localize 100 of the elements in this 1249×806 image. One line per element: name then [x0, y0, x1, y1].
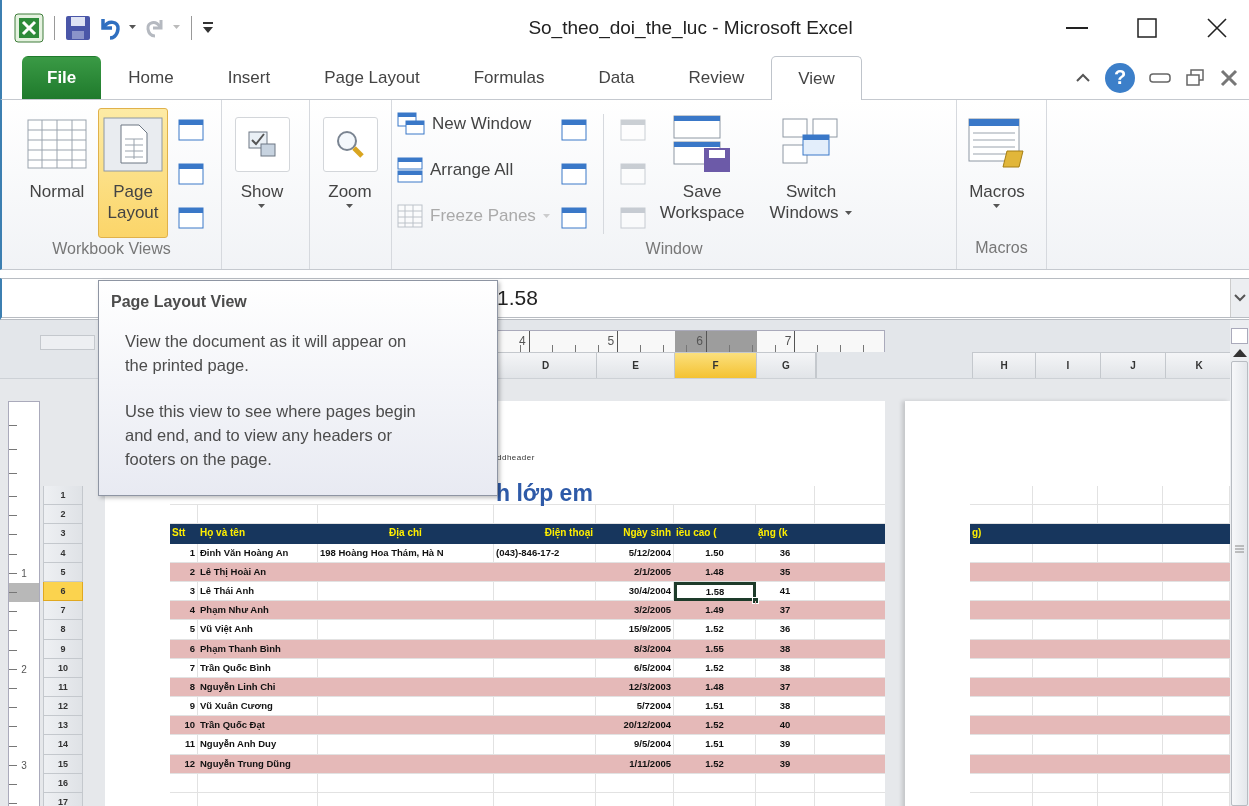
ribbon-button[interactable]: Show [227, 108, 297, 238]
row-header[interactable]: 4 [43, 543, 83, 563]
ribbon-tab[interactable]: Data [571, 56, 662, 99]
column-header[interactable]: G [757, 353, 816, 378]
ribbon-tab[interactable]: Review [661, 56, 772, 99]
ribbon-tab[interactable]: Insert [200, 56, 298, 99]
table-cell: 1.52 [674, 658, 756, 677]
row-header[interactable]: 5 [43, 562, 83, 582]
table-cell: Phạm Thanh Bình [198, 639, 318, 658]
row-header[interactable]: 7 [43, 601, 83, 621]
active-cell[interactable]: 1.58 [674, 581, 756, 601]
row-header[interactable]: 12 [43, 697, 83, 717]
ribbon-tab[interactable]: Formulas [446, 56, 572, 99]
picture-check-icon [247, 130, 277, 158]
expand-formula-button[interactable] [1230, 279, 1249, 317]
row-header[interactable]: 17 [43, 793, 83, 806]
tooltip-text: Use this view to see where pages begin and end, and to view any headers or footers on the page. [125, 401, 417, 470]
column-header[interactable]: J [1101, 353, 1166, 378]
column-heading: Địa chỉ [318, 524, 494, 543]
column-header[interactable]: E [597, 353, 675, 378]
table-cell: 38 [756, 639, 815, 658]
ribbon-button[interactable]: Normal [22, 108, 92, 238]
table-cell: 40 [756, 716, 815, 735]
table-cell: 1.51 [674, 735, 756, 754]
fill-handle[interactable] [752, 596, 759, 604]
customize-icon[interactable] [202, 20, 214, 35]
group-label: Window [644, 240, 704, 259]
window-icon[interactable] [560, 119, 587, 141]
table-cell: 1.51 [674, 697, 756, 716]
table-cell: 198 Hoàng Hoa Thám, Hà N [318, 543, 494, 562]
table-cell: 1.55 [674, 639, 756, 658]
ribbon-tab[interactable]: Home [101, 56, 201, 99]
column-heading: g) [970, 524, 1033, 543]
restore-icon[interactable] [1185, 67, 1205, 88]
row-header[interactable]: 16 [43, 773, 83, 793]
table-cell: 1 [170, 543, 198, 562]
ribbon-tab[interactable]: Page Layout [297, 56, 447, 99]
table-cell: 37 [756, 677, 815, 697]
formula-value[interactable]: 1.58 [497, 286, 538, 310]
column-heading: iều cao ( [674, 524, 756, 543]
table-cell: (043)-846-17-2 [494, 543, 596, 562]
row-header[interactable]: 10 [43, 658, 83, 678]
app-icon [14, 12, 44, 43]
table-cell: 36 [756, 620, 815, 639]
table-cell: 38 [756, 697, 815, 716]
table-cell: 8 [170, 677, 198, 697]
window-icon[interactable] [560, 207, 587, 229]
ribbon-button[interactable]: Zoom [315, 108, 385, 238]
caret-icon [844, 211, 853, 217]
table-cell: 5/72004 [596, 697, 674, 716]
table-cell: 1.52 [674, 716, 756, 735]
row-header[interactable]: 15 [43, 754, 83, 774]
table-cell: 1.52 [674, 620, 756, 639]
file-tab[interactable]: File [22, 56, 102, 99]
caret-icon [993, 204, 1001, 210]
caret-icon [173, 25, 181, 30]
ribbon-button[interactable]: Arrange All [397, 157, 551, 183]
grid-view-icon [27, 119, 87, 169]
ribbon-button[interactable]: Save Workspace [655, 108, 749, 238]
window-icon[interactable] [178, 207, 204, 229]
group-label: Macros [974, 239, 1029, 258]
ribbon-button[interactable]: Page Layout [98, 108, 168, 238]
windows-icon [397, 112, 425, 136]
caret-icon [258, 204, 266, 210]
column-heading: Stt [170, 524, 198, 543]
table-cell: 10 [170, 716, 198, 735]
scroll-thumb[interactable] [1231, 361, 1248, 806]
table-cell: 6/5/2004 [596, 658, 674, 677]
row-header[interactable]: 1 [43, 486, 83, 506]
caret-icon[interactable] [129, 25, 137, 30]
save-icon[interactable] [65, 14, 91, 41]
table-cell: 8/3/2004 [596, 639, 674, 658]
ribbon-button[interactable]: Switch Windows [754, 108, 868, 238]
column-header[interactable]: F [675, 353, 757, 378]
row-header[interactable]: 3 [43, 524, 83, 544]
column-header[interactable]: I [1036, 353, 1101, 378]
row-header[interactable]: 6 [43, 581, 83, 602]
ribbon-button[interactable]: New Window [397, 112, 551, 136]
window-title: So_theo_doi_the_luc - Microsoft Excel [527, 16, 854, 39]
maximize-icon[interactable] [1137, 17, 1157, 38]
scroll-up-icon[interactable] [1232, 348, 1247, 357]
row-header[interactable]: 9 [43, 639, 83, 659]
row-header[interactable]: 13 [43, 716, 83, 736]
minimize-icon[interactable] [1066, 26, 1088, 29]
row-header[interactable]: 2 [43, 505, 83, 525]
table-cell: 12/3/2003 [596, 677, 674, 697]
column-header[interactable]: H [973, 353, 1036, 378]
row-header[interactable]: 8 [43, 620, 83, 640]
ribbon-button[interactable]: Macros [962, 108, 1032, 238]
column-heading: Họ và tên [198, 524, 318, 543]
column-header[interactable]: D [495, 353, 597, 378]
ribbon-tab[interactable]: View [771, 56, 862, 100]
row-header[interactable]: 14 [43, 735, 83, 755]
table-cell: 2 [170, 562, 198, 581]
help-button[interactable]: ? [1105, 62, 1135, 93]
table-cell: 15/9/2005 [596, 620, 674, 639]
close-icon[interactable] [1207, 17, 1227, 38]
caret-icon [346, 204, 354, 210]
collapse-ribbon-icon[interactable] [1075, 71, 1091, 84]
row-header[interactable]: 11 [43, 677, 83, 698]
